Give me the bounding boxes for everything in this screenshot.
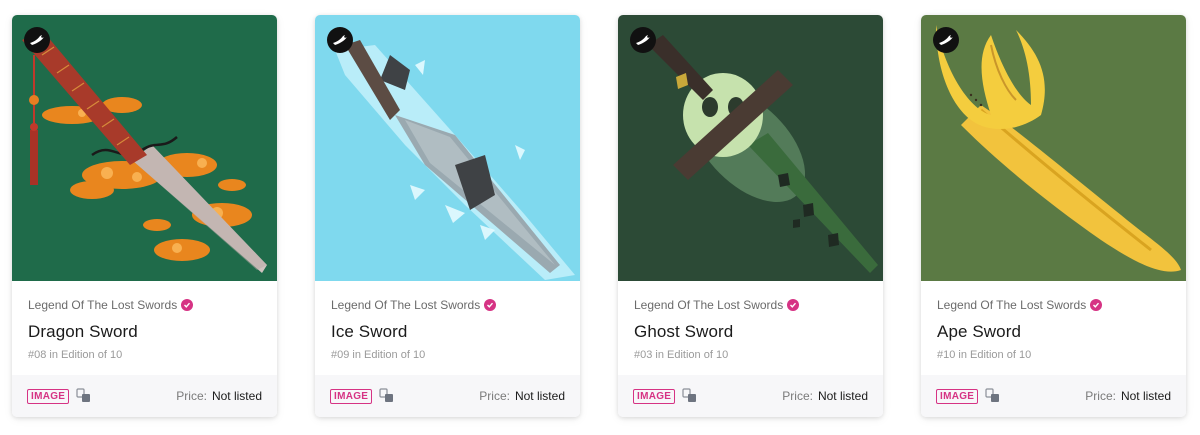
media-type-tag: IMAGE	[27, 388, 70, 404]
media-type-icon	[379, 388, 395, 404]
price-info: Price: Not listed	[479, 389, 565, 403]
card-footer: IMAGE Price: Not listed	[315, 375, 580, 417]
collection-name[interactable]: Legend Of The Lost Swords	[331, 297, 564, 313]
media-type-icon	[985, 388, 1001, 404]
ape-sword-artwork	[921, 15, 1186, 281]
creator-bird-icon[interactable]	[24, 27, 50, 53]
media-type-tag: IMAGE	[936, 388, 979, 404]
collection-name[interactable]: Legend Of The Lost Swords	[634, 297, 867, 313]
price-info: Price: Not listed	[1085, 389, 1171, 403]
nft-title[interactable]: Dragon Sword	[28, 322, 261, 344]
nft-card-dragon-sword[interactable]: Legend Of The Lost Swords Dragon Sword #…	[12, 15, 277, 417]
price-value: Not listed	[1120, 389, 1171, 403]
creator-bird-icon[interactable]	[630, 27, 656, 53]
edition-info: #09 in Edition of 10	[331, 349, 426, 361]
ice-sword-artwork	[315, 15, 580, 281]
collection-name[interactable]: Legend Of The Lost Swords	[28, 297, 261, 313]
nft-artwork[interactable]	[12, 15, 277, 281]
verified-check-icon	[484, 299, 497, 311]
creator-bird-icon[interactable]	[933, 27, 959, 53]
price-value: Not listed	[211, 389, 262, 403]
nft-title[interactable]: Ice Sword	[331, 322, 564, 344]
edition-info: #03 in Edition of 10	[634, 349, 729, 361]
edition-info: #08 in Edition of 10	[28, 349, 123, 361]
edition-info: #10 in Edition of 10	[937, 349, 1032, 361]
verified-check-icon	[1090, 299, 1103, 311]
price-value: Not listed	[817, 389, 868, 403]
creator-bird-icon[interactable]	[327, 27, 353, 53]
card-footer: IMAGE Price: Not listed	[12, 375, 277, 417]
media-type-tag: IMAGE	[330, 388, 373, 404]
price-info: Price: Not listed	[782, 389, 868, 403]
media-type-icon	[76, 388, 92, 404]
nft-title[interactable]: Ape Sword	[937, 322, 1170, 344]
dragon-sword-artwork	[12, 15, 277, 281]
nft-artwork[interactable]	[618, 15, 883, 281]
card-footer: IMAGE Price: Not listed	[921, 375, 1186, 417]
nft-card-grid: Legend Of The Lost Swords Dragon Sword #…	[0, 0, 1200, 435]
media-type-icon	[682, 388, 698, 404]
collection-name[interactable]: Legend Of The Lost Swords	[937, 297, 1170, 313]
price-value: Not listed	[514, 389, 565, 403]
card-footer: IMAGE Price: Not listed	[618, 375, 883, 417]
nft-artwork[interactable]	[921, 15, 1186, 281]
nft-card-ice-sword[interactable]: Legend Of The Lost Swords Ice Sword #09 …	[315, 15, 580, 417]
verified-check-icon	[181, 299, 194, 311]
nft-artwork[interactable]	[315, 15, 580, 281]
nft-card-ghost-sword[interactable]: Legend Of The Lost Swords Ghost Sword #0…	[618, 15, 883, 417]
ghost-sword-artwork	[618, 15, 883, 281]
media-type-tag: IMAGE	[633, 388, 676, 404]
price-info: Price: Not listed	[176, 389, 262, 403]
nft-title[interactable]: Ghost Sword	[634, 322, 867, 344]
verified-check-icon	[787, 299, 800, 311]
nft-card-ape-sword[interactable]: Legend Of The Lost Swords Ape Sword #10 …	[921, 15, 1186, 417]
